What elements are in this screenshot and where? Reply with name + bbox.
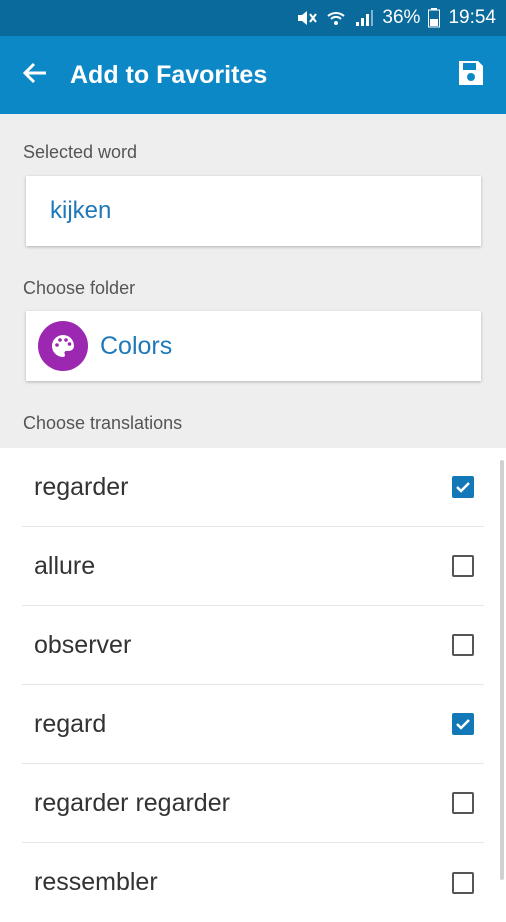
folder-name: Colors (100, 331, 173, 360)
save-button[interactable] (436, 36, 506, 114)
form-section: Selected word kijken Choose folder Color… (0, 114, 506, 448)
list-item[interactable]: regarder regarder (22, 764, 484, 843)
translation-label: regarder regarder (34, 788, 230, 817)
list-item[interactable]: regarder (22, 448, 484, 527)
choose-translations-label: Choose translations (23, 413, 183, 433)
arrow-left-icon (22, 60, 48, 91)
palette-icon (38, 321, 88, 371)
battery-percent: 36% (382, 7, 421, 28)
page-title: Add to Favorites (70, 60, 268, 89)
checkbox[interactable] (452, 871, 474, 894)
signal-icon (354, 8, 374, 28)
clock: 19:54 (448, 7, 496, 28)
choose-folder-label: Choose folder (23, 278, 136, 298)
scrollbar[interactable] (500, 460, 504, 880)
checkbox[interactable] (452, 713, 474, 735)
folder-selector[interactable]: Colors (26, 311, 481, 381)
save-icon (457, 59, 485, 92)
checkbox[interactable] (452, 792, 474, 814)
list-item[interactable]: observer (22, 606, 484, 685)
selected-word-value: kijken (50, 197, 112, 224)
selected-word-label: Selected word (23, 142, 138, 162)
battery-icon (428, 8, 441, 28)
list-item[interactable]: ressembler (22, 843, 484, 922)
list-item[interactable]: allure (22, 527, 484, 606)
translations-list: regarder allure observer regard regarder… (0, 448, 506, 900)
app-bar: Add to Favorites (0, 36, 506, 114)
checkbox[interactable] (452, 555, 474, 577)
translation-label: regard (34, 709, 107, 738)
translation-label: allure (34, 551, 96, 580)
checkbox[interactable] (452, 476, 474, 498)
back-button[interactable] (0, 36, 70, 114)
translation-label: regarder (34, 472, 129, 501)
translation-label: ressembler (34, 868, 158, 896)
mute-icon (296, 8, 318, 28)
list-item[interactable]: regard (22, 685, 484, 764)
wifi-icon (326, 8, 346, 28)
translation-label: observer (34, 630, 132, 659)
status-bar: 36% 19:54 (0, 0, 506, 36)
checkbox[interactable] (452, 634, 474, 656)
selected-word-field[interactable]: kijken (26, 176, 481, 246)
